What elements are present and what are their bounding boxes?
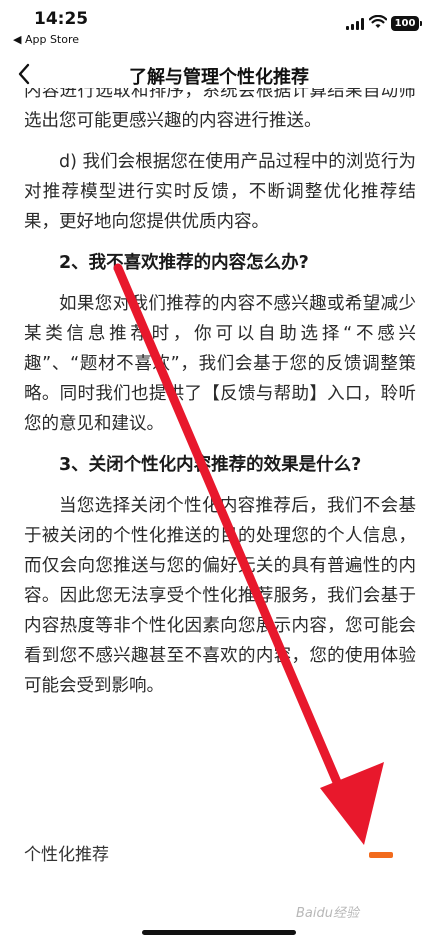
wifi-icon bbox=[369, 15, 387, 28]
cellular-signal-icon bbox=[346, 18, 364, 30]
status-time: 14:25 bbox=[34, 9, 89, 29]
article-paragraph: 如果您对我们推荐的内容不感兴趣或希望减少某类信息推荐时，你可以自助选择“不感兴趣… bbox=[24, 294, 416, 434]
section-heading: 3、关闭个性化内容推荐的效果是什么? bbox=[59, 455, 362, 475]
personalized-recommendation-label: 个性化推荐 bbox=[24, 845, 109, 865]
personalized-recommendation-toggle[interactable] bbox=[369, 852, 393, 858]
article-content[interactable]: 内容进行选取和排序，系统会根据计算结果自动筛选出您可能更感兴趣的内容进行推送。 … bbox=[24, 88, 416, 818]
back-to-app-store-link[interactable]: ◀ App Store bbox=[13, 33, 79, 46]
article-paragraph: d) 我们会根据您在使用产品过程中的浏览行为对推荐模型进行实时反馈，不断调整优化… bbox=[24, 152, 416, 232]
article-paragraph: 当您选择关闭个性化内容推荐后，我们不会基于被关闭的个性化推送的目的处理您的个人信… bbox=[24, 496, 416, 696]
home-indicator bbox=[142, 930, 296, 935]
battery-icon: 100 bbox=[391, 16, 422, 31]
section-heading: 2、我不喜欢推荐的内容怎么办? bbox=[59, 253, 309, 273]
page-title: 了解与管理个性化推荐 bbox=[129, 67, 309, 88]
watermark-logo: Baidu经验 bbox=[296, 906, 359, 921]
status-bar: 14:25 ◀ App Store 100 bbox=[0, 0, 438, 52]
article-paragraph: 内容进行选取和排序，系统会根据计算结果自动筛选出您可能更感兴趣的内容进行推送。 bbox=[24, 88, 416, 131]
